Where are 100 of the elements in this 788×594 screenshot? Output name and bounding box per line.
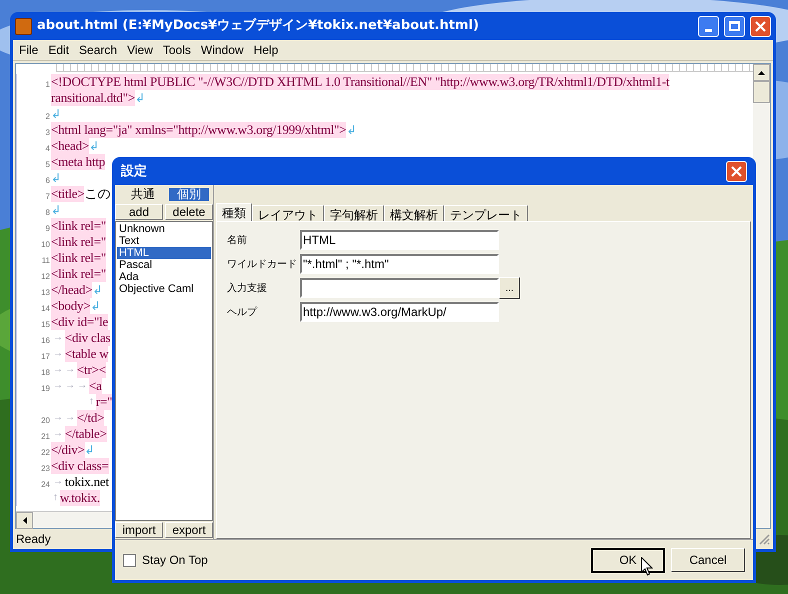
language-item[interactable]: HTML xyxy=(117,247,211,259)
line-break-mark: ↲ xyxy=(84,442,94,458)
code-text: <body> xyxy=(51,298,90,314)
code-text: w.tokix. xyxy=(60,490,100,506)
tab-mark: → → → xyxy=(53,379,88,393)
menu-item[interactable]: Help xyxy=(250,41,282,59)
line-number: 20 xyxy=(41,417,50,425)
code-text: <div class= xyxy=(51,458,109,474)
list-button[interactable]: add xyxy=(115,204,163,220)
tab-mark: → → xyxy=(53,363,75,377)
checkbox-label: Stay On Top xyxy=(142,552,208,569)
tab-mark: ↑ xyxy=(53,491,58,505)
language-item[interactable]: Unknown xyxy=(117,223,211,235)
window-title: about.html (E:¥MyDocs¥ウェブデザイン¥tokix.net¥about.html) xyxy=(37,16,480,36)
text-field[interactable]: http://www.w3.org/MarkUp/ xyxy=(300,302,499,322)
code-text: <a xyxy=(89,378,102,394)
line-number: 6 xyxy=(46,177,50,185)
line-number: 13 xyxy=(41,289,50,297)
resize-grip-icon xyxy=(758,533,770,545)
list-button[interactable]: import xyxy=(115,522,163,538)
close-icon xyxy=(755,20,766,32)
language-item[interactable]: Objective Caml xyxy=(117,283,211,295)
tab-mark: → → xyxy=(53,411,75,425)
status-text: Ready xyxy=(16,531,51,548)
code-text: <div id="le xyxy=(51,314,108,330)
code-text: <link rel=" xyxy=(51,218,106,234)
code-text: <meta http xyxy=(51,154,106,170)
close-button[interactable] xyxy=(726,160,747,182)
code-text: <head> xyxy=(51,138,90,154)
up-arrow-icon xyxy=(758,70,765,74)
text-field[interactable]: HTML xyxy=(300,230,499,250)
code-text: <html lang="ja" xmlns="http://www.w3.org/1999/xhtml"> xyxy=(51,122,346,138)
line-number: 16 xyxy=(41,337,50,345)
menu-item[interactable]: File xyxy=(15,41,42,59)
scroll-up-button[interactable] xyxy=(753,64,770,81)
tab-mark: → xyxy=(53,347,63,361)
line-break-mark: ↲ xyxy=(51,202,61,218)
line-number: 3 xyxy=(46,129,50,137)
browse-button[interactable]: ... xyxy=(499,277,520,299)
code-text: </head> xyxy=(51,282,92,298)
checkbox[interactable] xyxy=(123,554,136,566)
list-button[interactable]: delete xyxy=(165,204,213,220)
line-break-mark: ↲ xyxy=(89,138,99,154)
scope-tab[interactable]: 個別 xyxy=(169,188,209,201)
code-text: r=" xyxy=(96,394,112,410)
code-text: </table> xyxy=(64,426,107,442)
left-arrow-icon xyxy=(22,517,26,524)
menu-item[interactable]: View xyxy=(123,41,157,59)
line-break-mark: ↲ xyxy=(51,170,61,186)
maximize-button[interactable] xyxy=(724,16,745,36)
line-number: 4 xyxy=(46,145,50,153)
code-text: </td> xyxy=(76,410,104,426)
line-break-mark: ↲ xyxy=(92,282,102,298)
line-number: 22 xyxy=(41,449,50,457)
dialog-title: 設定 xyxy=(121,162,147,180)
code-text: <link rel=" xyxy=(51,234,106,250)
tab-mark: → xyxy=(53,475,63,489)
line-number: 5 xyxy=(46,161,50,169)
list-button[interactable]: export xyxy=(165,522,213,538)
code-text: tokix.net xyxy=(64,474,109,490)
code-text: </div> xyxy=(51,442,85,458)
line-number: 17 xyxy=(41,353,50,361)
line-number: 21 xyxy=(41,433,50,441)
code-text: <!DOCTYPE html PUBLIC "-//W3C//DTD XHTML 1.0 Transitional//EN" "http://www.w3.org/TR/xhtml1/DTD/xhtml1-t xyxy=(51,74,670,90)
scroll-left-button[interactable] xyxy=(16,512,33,529)
line-number: 8 xyxy=(46,209,50,217)
menu-item[interactable]: Window xyxy=(196,41,248,59)
close-icon xyxy=(731,166,742,176)
menu-item[interactable]: Edit xyxy=(44,41,74,59)
menu-item[interactable]: Tools xyxy=(158,41,195,59)
code-text: ransitional.dtd"> xyxy=(51,90,135,106)
field-label: 名前 xyxy=(227,234,248,248)
text-field[interactable]: "*.html" ; "*.htm" xyxy=(300,254,499,274)
line-number: 10 xyxy=(41,241,50,249)
tab[interactable]: 種類 xyxy=(216,203,252,221)
line-number: 11 xyxy=(42,257,50,265)
line-number: 19 xyxy=(41,385,50,393)
line-number: 7 xyxy=(46,193,50,201)
scroll-thumb[interactable] xyxy=(753,81,770,103)
cancel-button[interactable]: Cancel xyxy=(671,548,745,572)
menu-item[interactable]: Search xyxy=(75,41,122,59)
code-text: <link rel=" xyxy=(51,250,106,266)
close-button[interactable] xyxy=(750,16,771,36)
line-number: 18 xyxy=(41,369,50,377)
language-item[interactable]: Text xyxy=(117,235,211,247)
code-text: この xyxy=(84,186,110,202)
scope-tab[interactable]: 共通 xyxy=(123,188,163,201)
language-item[interactable]: Ada xyxy=(117,271,211,283)
ok-button[interactable]: OK xyxy=(591,548,665,572)
app-icon xyxy=(15,18,32,34)
line-number: 12 xyxy=(41,273,50,281)
language-item[interactable]: Pascal xyxy=(117,259,211,271)
minimize-button[interactable] xyxy=(698,16,719,36)
code-text: <table w xyxy=(64,346,108,362)
line-break-mark: ↲ xyxy=(134,90,145,106)
code-text: <div clas xyxy=(64,330,110,346)
line-break-mark: ↲ xyxy=(90,298,100,314)
line-number: 1 xyxy=(46,81,50,89)
line-number: 2 xyxy=(46,113,50,121)
text-field[interactable] xyxy=(300,278,499,298)
